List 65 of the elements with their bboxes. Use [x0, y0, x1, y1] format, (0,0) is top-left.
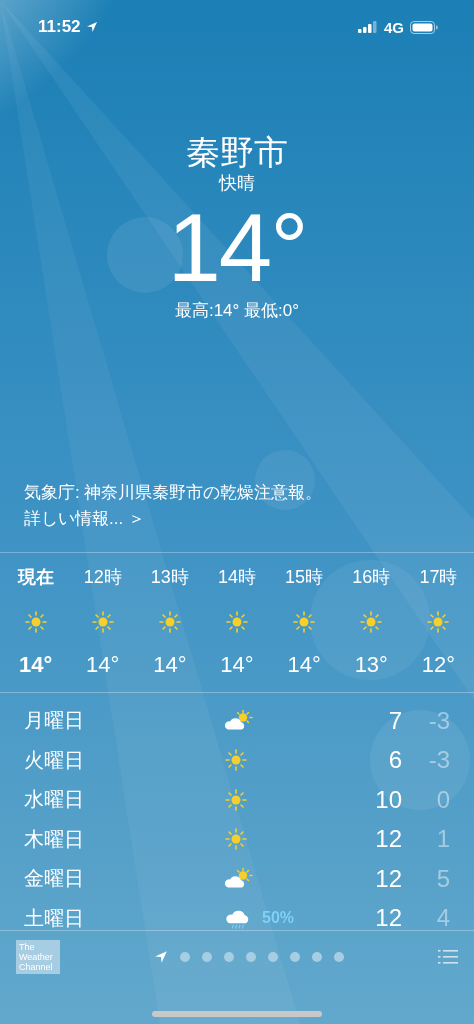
hour-temperature: 14°	[86, 652, 120, 678]
low-temperature: -3	[427, 706, 450, 735]
hour-label: 12時	[83, 566, 122, 588]
hour-label: 17時	[419, 566, 458, 588]
day-name: 月曜日	[24, 708, 85, 734]
high-low-temperature: 最高:14° 最低:0°	[174, 300, 300, 322]
hour-label: 16時	[352, 566, 391, 588]
sun-icon	[90, 610, 115, 634]
signal-icon	[358, 21, 378, 33]
sun-icon	[23, 610, 48, 634]
sun-icon	[224, 787, 248, 812]
network-label: 4G	[384, 18, 404, 36]
high-temperature: 6	[387, 746, 402, 775]
page-dot[interactable]	[290, 952, 300, 962]
page-dot[interactable]	[202, 952, 212, 962]
sun-icon	[225, 610, 249, 634]
hour-temperature: 14°	[287, 652, 321, 678]
hour-temperature: 13°	[354, 652, 388, 678]
list-icon[interactable]	[438, 950, 458, 964]
page-dot[interactable]	[246, 952, 256, 962]
hour-label: 現在	[17, 566, 54, 588]
low-temperature: 1	[435, 825, 450, 854]
low-temperature: 0	[435, 785, 450, 814]
low-temperature: 4	[435, 904, 450, 930]
city-name: 秦野市	[186, 132, 288, 172]
sun-icon	[224, 748, 248, 773]
partly-cloudy-icon	[224, 709, 254, 733]
hour-label: 15時	[285, 566, 324, 588]
hour-label: 14時	[217, 566, 256, 588]
partly-cloudy-icon	[224, 867, 254, 891]
location-arrow-icon	[85, 21, 98, 33]
page-dot[interactable]	[268, 952, 278, 962]
page-dot[interactable]	[312, 952, 322, 962]
alert-message-text: 気象庁: 神奈川県秦野市の乾燥注意報。	[24, 482, 324, 504]
high-temperature: 10	[374, 785, 402, 814]
page-dot[interactable]	[224, 952, 234, 962]
hour-temperature: 12°	[421, 652, 456, 678]
current-temperature: 14°	[167, 198, 307, 298]
status-time: 11:52	[38, 17, 81, 37]
battery-icon	[410, 20, 438, 34]
day-name: 木曜日	[24, 826, 85, 852]
sun-icon	[292, 610, 317, 634]
weather-condition: 快晴	[219, 172, 255, 194]
day-name: 火曜日	[24, 747, 85, 773]
high-temperature: 12	[374, 864, 402, 893]
sun-icon	[157, 610, 182, 634]
sun-icon	[426, 610, 451, 634]
low-temperature: -3	[427, 746, 450, 775]
sun-icon	[224, 827, 248, 852]
high-temperature: 12	[374, 825, 402, 854]
high-temperature: 12	[374, 904, 402, 930]
day-name: 金曜日	[24, 866, 85, 892]
hour-temperature: 14°	[18, 652, 53, 678]
day-name: 水曜日	[24, 787, 85, 813]
location-page-icon[interactable]	[154, 950, 168, 964]
hour-temperature: 14°	[220, 652, 254, 678]
day-name: 土曜日	[24, 905, 85, 930]
low-temperature: 5	[435, 864, 450, 893]
hour-label: 13時	[150, 566, 189, 588]
more-info-link[interactable]: 詳しい情報... ＞	[24, 506, 145, 532]
page-dot[interactable]	[180, 952, 190, 962]
high-temperature: 7	[387, 706, 402, 735]
page-dot[interactable]	[334, 952, 344, 962]
hour-temperature: 14°	[153, 652, 187, 678]
sun-icon	[359, 610, 384, 634]
